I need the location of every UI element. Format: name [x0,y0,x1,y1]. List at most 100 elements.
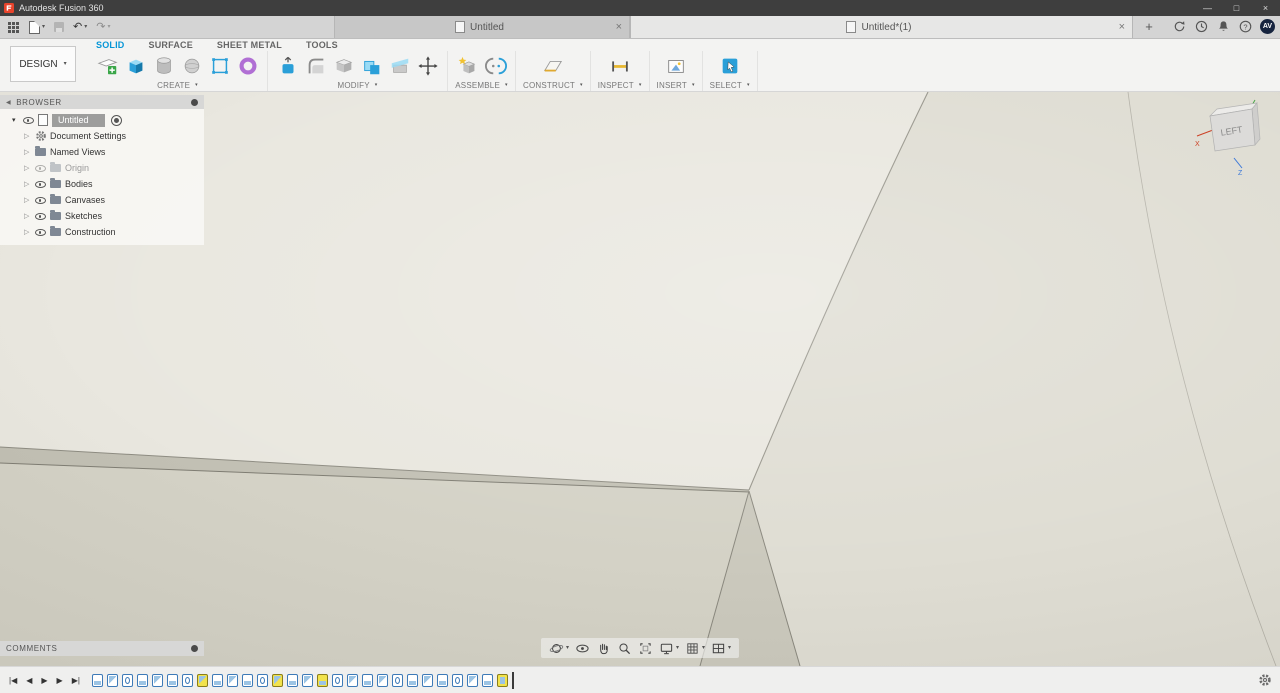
job-status-icon[interactable] [1172,19,1187,34]
file-menu-button[interactable]: ▾ [26,18,48,36]
minimize-button[interactable]: — [1193,0,1222,16]
model-face-bottom-left[interactable] [0,463,749,666]
torus-button[interactable] [235,53,260,78]
timeline-feature-icon[interactable] [121,673,133,687]
timeline-feature-icon[interactable] [181,673,193,687]
notifications-bell-icon[interactable] [1216,19,1231,34]
save-button[interactable] [51,18,67,36]
tab-close-button[interactable]: × [1119,16,1125,38]
doc-tab-untitled[interactable]: Untitled × [334,16,630,38]
expander-icon[interactable]: ▷ [24,132,35,140]
pattern-button[interactable] [207,53,232,78]
expander-icon[interactable]: ▷ [24,196,35,204]
timeline-playback-button[interactable]: ▶ [41,676,47,685]
timeline-feature-icon[interactable] [376,673,388,687]
expander-icon[interactable]: ▷ [24,180,35,188]
fit-button[interactable] [636,641,655,656]
shell-button[interactable] [331,53,356,78]
visibility-eye-icon[interactable] [35,195,47,206]
viewports-button[interactable]: ▾ [709,641,733,656]
timeline-feature-icon[interactable] [436,673,448,687]
create-sketch-button[interactable] [95,53,120,78]
group-label[interactable]: INSPECT ▾ [598,81,642,90]
group-label[interactable]: CONSTRUCT ▾ [523,81,583,90]
timeline-feature-icon[interactable] [151,673,163,687]
timeline-playback-button[interactable]: ◀ [26,676,32,685]
look-at-button[interactable] [573,641,592,656]
display-settings-button[interactable]: ▾ [657,641,681,656]
help-icon[interactable]: ? [1238,19,1253,34]
browser-row-named-views[interactable]: ▷ Named Views [0,144,204,160]
visibility-eye-icon[interactable] [35,227,47,238]
timeline-feature-icon[interactable] [451,673,463,687]
maximize-button[interactable]: □ [1222,0,1251,16]
timeline-feature-icon[interactable] [421,673,433,687]
timeline-feature-icon[interactable] [286,673,298,687]
visibility-eye-icon[interactable] [35,163,47,174]
timeline-feature-icon[interactable] [406,673,418,687]
tab-tools[interactable]: TOOLS [294,40,350,51]
undo-button[interactable]: ↶ ▾ [70,18,90,36]
group-label[interactable]: SELECT ▾ [710,81,750,90]
timeline-feature-icon[interactable] [256,673,268,687]
select-button[interactable] [717,53,742,78]
group-label[interactable]: INSERT ▾ [657,81,695,90]
visibility-eye-icon[interactable] [35,211,47,222]
timeline-feature-icon[interactable] [136,673,148,687]
timeline-feature-icon[interactable] [496,673,508,687]
group-label[interactable]: ASSEMBLE ▾ [455,81,507,90]
orbit-button[interactable]: ▾ [547,641,571,656]
tab-surface[interactable]: SURFACE [137,40,205,51]
timeline-feature-icon[interactable] [391,673,403,687]
activate-component-radio[interactable] [110,114,122,126]
measure-button[interactable] [607,53,632,78]
expander-icon[interactable]: ▷ [24,164,35,172]
timeline-feature-icon[interactable] [91,673,103,687]
browser-row-origin[interactable]: ▷ Origin [0,160,204,176]
timeline-feature-icon[interactable] [166,673,178,687]
timeline-feature-icon[interactable] [331,673,343,687]
timeline-feature-icon[interactable] [346,673,358,687]
timeline-feature-icon[interactable] [241,673,253,687]
expander-icon[interactable]: ▷ [24,148,35,156]
redo-button[interactable]: ↷ ▾ [93,18,113,36]
split-body-button[interactable] [387,53,412,78]
timeline-feature-icon[interactable] [481,673,493,687]
timeline-playback-button[interactable]: |◀ [9,676,17,685]
timeline-feature-icon[interactable] [361,673,373,687]
panel-opacity-icon[interactable] [191,645,198,652]
comments-bar[interactable]: COMMENTS [0,641,204,656]
box-button[interactable] [123,53,148,78]
doc-tab-untitled-1[interactable]: Untitled*(1) × [630,16,1133,38]
user-avatar[interactable]: AV [1260,19,1275,34]
timeline-feature-icon[interactable] [226,673,238,687]
joint-button[interactable] [483,53,508,78]
construction-plane-button[interactable] [540,53,565,78]
expander-icon[interactable]: ▷ [24,228,35,236]
timeline-feature-icon[interactable] [466,673,478,687]
tab-solid[interactable]: SOLID [92,40,137,51]
new-component-button[interactable] [455,53,480,78]
panel-opacity-icon[interactable] [191,98,198,106]
workspace-switcher-button[interactable]: DESIGN ▾ [10,46,76,82]
timeline-feature-icon[interactable] [211,673,223,687]
tab-sheet-metal[interactable]: SHEET METAL [205,40,294,51]
cylinder-button[interactable] [151,53,176,78]
browser-root-row[interactable]: ▾ Untitled [0,112,204,128]
timeline-playback-button[interactable]: ▶| [72,676,80,685]
visibility-eye-icon[interactable] [35,179,47,190]
timeline-feature-icon[interactable] [271,673,283,687]
visibility-eye-icon[interactable] [23,115,35,126]
clock-history-icon[interactable] [1194,19,1209,34]
insert-button[interactable] [663,53,688,78]
sphere-button[interactable] [179,53,204,78]
expander-icon[interactable]: ▷ [24,212,35,220]
timeline-feature-icon[interactable] [316,673,328,687]
timeline-position-marker[interactable] [511,671,514,689]
expander-icon[interactable]: ▾ [12,116,23,124]
browser-row-construction[interactable]: ▷ Construction [0,224,204,240]
browser-row-document-settings[interactable]: ▷ Document Settings [0,128,204,144]
data-panel-toggle-button[interactable] [4,18,23,36]
group-label[interactable]: MODIFY ▾ [337,81,377,90]
fillet-button[interactable] [303,53,328,78]
